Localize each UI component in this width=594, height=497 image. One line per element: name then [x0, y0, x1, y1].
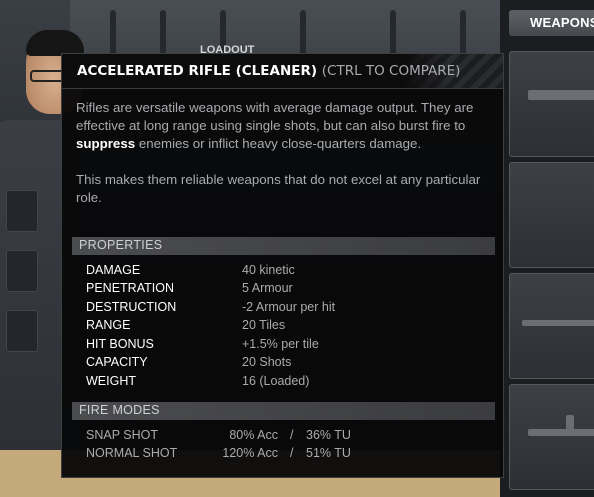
- property-value: 20 Tiles: [242, 318, 286, 332]
- compare-hint: (CTRL TO COMPARE): [321, 63, 461, 79]
- properties-heading: PROPERTIES: [79, 238, 163, 252]
- properties-heading-bar: PROPERTIES: [72, 237, 495, 255]
- weapon-slot-4[interactable]: [509, 384, 594, 490]
- fire-mode-name: SNAP SHOT: [86, 428, 159, 442]
- fire-mode-accuracy: 80% Acc: [229, 428, 278, 442]
- property-value: +1.5% per tile: [242, 337, 319, 351]
- property-label: DESTRUCTION: [86, 300, 177, 314]
- property-value: 5 Armour: [242, 281, 293, 295]
- property-value: -2 Armour per hit: [242, 300, 336, 314]
- fire-mode-tu: 51% TU: [306, 446, 351, 460]
- item-description: Rifles are versatile weapons with averag…: [76, 99, 491, 225]
- property-value: 40 kinetic: [242, 263, 295, 277]
- property-label: HIT BONUS: [86, 337, 154, 351]
- weapon-slot-2[interactable]: [509, 162, 594, 268]
- property-value: 16 (Loaded): [242, 374, 310, 388]
- property-label: WEIGHT: [86, 374, 136, 388]
- property-label: PENETRATION: [86, 281, 174, 295]
- fire-modes-heading-bar: FIRE MODES: [72, 402, 495, 420]
- description-paragraph-1: Rifles are versatile weapons with averag…: [76, 100, 474, 151]
- tab-weapons-label: WEAPONS: [530, 15, 594, 30]
- fire-mode-name: NORMAL SHOT: [86, 446, 178, 460]
- assault-rifle-icon: [528, 429, 594, 436]
- tooltip-header: ACCELERATED RIFLE (CLEANER) (CTRL TO COM…: [62, 54, 503, 89]
- property-label: CAPACITY: [86, 355, 148, 369]
- weapon-slot-3[interactable]: [509, 273, 594, 379]
- fire-mode-accuracy: 120% Acc: [222, 446, 278, 460]
- fire-mode-tu: 36% TU: [306, 428, 351, 442]
- tab-weapons[interactable]: WEAPONS: [509, 10, 594, 36]
- fire-mode-separator: /: [290, 446, 294, 460]
- item-tooltip: ACCELERATED RIFLE (CLEANER) (CTRL TO COM…: [61, 53, 504, 478]
- tooltip-title: ACCELERATED RIFLE (CLEANER) (CTRL TO COM…: [77, 63, 460, 79]
- fire-mode-separator: /: [290, 428, 294, 442]
- item-name: ACCELERATED RIFLE (CLEANER): [77, 63, 318, 79]
- weapon-slot-1[interactable]: [509, 51, 594, 157]
- fire-modes-heading: FIRE MODES: [79, 403, 160, 417]
- property-value: 20 Shots: [242, 355, 292, 369]
- smg-icon: [522, 320, 594, 326]
- property-label: DAMAGE: [86, 263, 141, 277]
- property-label: RANGE: [86, 318, 131, 332]
- suppress-keyword: suppress: [76, 136, 136, 151]
- description-paragraph-2: This makes them reliable weapons that do…: [76, 172, 481, 205]
- rifle-icon: [528, 90, 594, 100]
